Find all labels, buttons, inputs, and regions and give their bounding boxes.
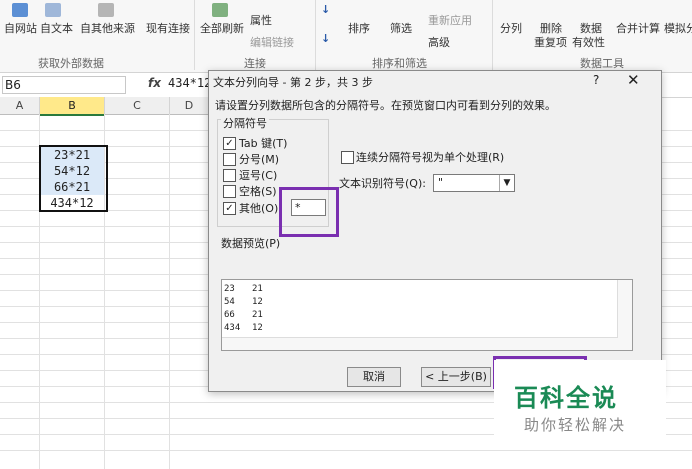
other-sources-icon <box>98 3 114 17</box>
watermark-title: 百科全说 <box>514 384 618 412</box>
text-qualifier-select[interactable]: " ▼ <box>433 174 515 192</box>
data-validation-label: 有效性 <box>572 36 605 49</box>
treat-consecutive-checkbox[interactable] <box>341 151 354 164</box>
space-checkbox[interactable] <box>223 185 236 198</box>
comma-label: 逗号(C) <box>239 169 278 182</box>
text-to-columns-button[interactable]: 分列 <box>500 20 522 36</box>
chevron-down-icon[interactable]: ▼ <box>499 175 514 191</box>
existing-connections-button[interactable]: 现有连接 <box>146 20 190 36</box>
close-icon[interactable]: ✕ <box>627 71 640 89</box>
sort-button[interactable]: 排序 <box>348 20 370 36</box>
from-other-sources-button[interactable]: 自其他来源 <box>80 20 135 36</box>
what-if-button[interactable]: 模拟分 <box>664 20 692 36</box>
text-icon <box>45 3 61 17</box>
semicolon-label: 分号(M) <box>239 153 280 166</box>
column-header-a[interactable]: A <box>0 97 40 115</box>
refresh-icon <box>212 3 228 17</box>
advanced-button[interactable]: 高级 <box>428 34 450 50</box>
ribbon: 自网站 自文本 自其他来源 现有连接 获取外部数据 全部刷新 属性 编辑链接 连… <box>0 0 692 73</box>
from-text-button[interactable]: 自文本 <box>40 20 73 36</box>
preview-row: 434 12 <box>224 323 263 333</box>
comma-checkbox[interactable] <box>223 169 236 182</box>
group-label-connections: 连接 <box>244 57 266 70</box>
preview-row: 66 21 <box>224 310 263 320</box>
divider <box>492 0 493 70</box>
selection-border <box>39 145 108 212</box>
column-header-c[interactable]: C <box>105 97 170 115</box>
watermark-subtitle: 助你轻松解决 <box>524 416 627 434</box>
web-icon <box>12 3 28 17</box>
cancel-button[interactable]: 取消 <box>347 367 401 387</box>
edit-links-button[interactable]: 编辑链接 <box>250 34 294 50</box>
name-box[interactable]: B6 <box>2 76 126 94</box>
dialog-title: 文本分列向导 - 第 2 步，共 3 步 <box>213 76 373 89</box>
help-icon[interactable]: ? <box>593 73 599 87</box>
sort-za-icon[interactable]: ↓ <box>321 32 330 45</box>
column-header-b[interactable]: B <box>40 97 105 116</box>
other-checkbox[interactable]: ✓ <box>223 202 236 215</box>
back-button[interactable]: < 上一步(B) <box>421 367 491 387</box>
filter-button[interactable]: 筛选 <box>390 20 412 36</box>
preview-vertical-scrollbar[interactable] <box>617 280 632 350</box>
sort-az-icon[interactable]: ↓ <box>321 3 330 16</box>
column-header-d[interactable]: D <box>170 97 209 115</box>
consolidate-button[interactable]: 合并计算 <box>616 20 660 36</box>
formula-input[interactable]: 434*12 <box>168 76 211 90</box>
preview-label: 数据预览(P) <box>221 237 281 250</box>
data-preview[interactable]: 23 21 54 12 66 21 434 12 <box>221 279 633 351</box>
treat-consecutive-label: 连续分隔符号视为单个处理(R) <box>356 151 505 164</box>
grid-line <box>169 114 170 469</box>
tab-checkbox[interactable]: ✓ <box>223 137 236 150</box>
refresh-all-button[interactable]: 全部刷新 <box>200 20 244 36</box>
space-label: 空格(S) <box>239 185 277 198</box>
text-qualifier-value: " <box>438 176 444 189</box>
from-web-button[interactable]: 自网站 <box>4 20 37 36</box>
delimiter-group-title: 分隔符号 <box>221 115 269 131</box>
preview-row: 54 12 <box>224 297 263 307</box>
reapply-button[interactable]: 重新应用 <box>428 12 472 28</box>
preview-horizontal-scrollbar[interactable] <box>222 337 618 350</box>
tab-label: Tab 键(T) <box>239 137 288 150</box>
divider <box>194 0 195 70</box>
text-to-columns-dialog: 文本分列向导 - 第 2 步，共 3 步 ? ✕ 请设置分列数据所包含的分隔符号… <box>208 70 662 392</box>
group-label-sort-filter: 排序和筛选 <box>372 57 427 70</box>
grid-line <box>0 450 692 451</box>
text-qualifier-label: 文本识别符号(Q): <box>339 177 426 190</box>
fx-icon[interactable]: fx <box>148 76 161 90</box>
group-label-data-tools: 数据工具 <box>580 57 624 70</box>
semicolon-checkbox[interactable] <box>223 153 236 166</box>
dialog-description: 请设置分列数据所包含的分隔符号。在预览窗口内可看到分列的效果。 <box>215 99 556 112</box>
properties-button[interactable]: 属性 <box>250 12 272 28</box>
preview-row: 23 21 <box>224 284 263 294</box>
remove-duplicates-label: 重复项 <box>534 36 567 49</box>
group-label-external: 获取外部数据 <box>38 57 104 70</box>
watermark: 百科全说 助你轻松解决 <box>494 360 666 440</box>
other-label: 其他(O): <box>239 202 282 215</box>
highlight-box <box>279 187 339 237</box>
divider <box>315 0 316 70</box>
